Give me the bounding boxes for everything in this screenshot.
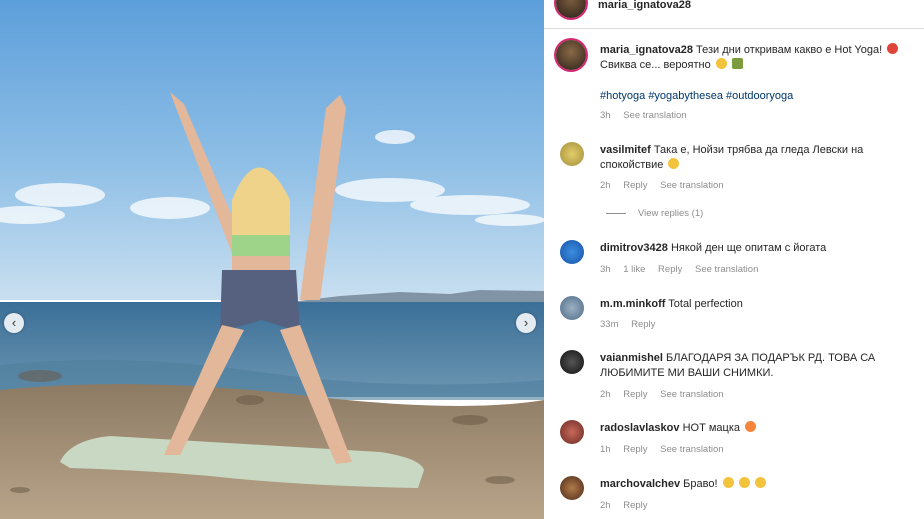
- comment-time: 3h: [600, 264, 611, 275]
- comment-avatar[interactable]: [560, 476, 584, 500]
- comment-text: НОТ мацка: [682, 422, 740, 434]
- reply-button[interactable]: Reply: [631, 319, 655, 330]
- clap-emoji-icon: [722, 477, 734, 488]
- yoga-beach-image: [0, 0, 544, 519]
- comment-likes[interactable]: 1 like: [623, 264, 645, 275]
- post-photo[interactable]: ‹ ›: [0, 0, 544, 519]
- comment-avatar[interactable]: [560, 296, 584, 320]
- comment-time: 2h: [600, 500, 611, 511]
- reply-button[interactable]: Reply: [623, 389, 647, 400]
- comment-text: Някой ден ще опитам с йогата: [670, 242, 827, 254]
- laugh-emoji-icon: [668, 158, 680, 169]
- comment-avatar[interactable]: [560, 142, 584, 166]
- caption-time: 3h: [600, 110, 611, 121]
- carousel-next-button[interactable]: ›: [516, 313, 536, 333]
- replies-divider: [606, 212, 626, 214]
- comment-avatar[interactable]: [560, 350, 584, 374]
- grin-emoji-icon: [715, 58, 727, 69]
- see-translation-button[interactable]: See translation: [660, 180, 723, 191]
- caption-text-line2: Свиква се... вероятно: [600, 59, 711, 71]
- comment-text: Total perfection: [668, 298, 743, 310]
- chevron-left-icon: ‹: [11, 315, 17, 330]
- comment-avatar[interactable]: [560, 420, 584, 444]
- comment-username[interactable]: dimitrov3428: [600, 242, 668, 254]
- hashtags[interactable]: #hotyoga #yogabythesea #outdooryoga: [600, 90, 793, 102]
- comment-time: 33m: [600, 319, 619, 330]
- angry-emoji-icon: [887, 43, 899, 54]
- author-username[interactable]: maria_ignatova28: [598, 0, 691, 11]
- comment-username[interactable]: radoslavlaskov: [600, 422, 680, 434]
- comment-text-line2: спокойствие: [600, 159, 664, 171]
- caption-see-translation[interactable]: See translation: [623, 110, 686, 121]
- view-replies-label: View replies (1): [638, 208, 704, 219]
- reply-button[interactable]: Reply: [623, 180, 647, 191]
- caption-username[interactable]: maria_ignatova28: [600, 44, 693, 56]
- comments-panel: maria_ignatova28 maria_ignatova28 Тези д…: [544, 0, 924, 519]
- post-header: maria_ignatova28: [544, 0, 924, 29]
- comment-username[interactable]: marchovalchev: [600, 478, 680, 490]
- comment-text: Така е, Нойзи трябва да гледа Левски на: [653, 144, 864, 156]
- comment-username[interactable]: m.m.minkoff: [600, 298, 665, 310]
- author-avatar[interactable]: [556, 0, 586, 18]
- reply-button[interactable]: Reply: [623, 444, 647, 455]
- reply-button[interactable]: Reply: [658, 264, 682, 275]
- comment-text-line2: ЛЮБИМИТЕ МИ ВАШИ СНИМКИ.: [600, 367, 774, 379]
- chevron-right-icon: ›: [523, 315, 529, 330]
- comment-text: Браво!: [683, 478, 718, 490]
- comment-time: 2h: [600, 180, 611, 191]
- see-translation-button[interactable]: See translation: [660, 389, 723, 400]
- carousel-prev-button[interactable]: ‹: [4, 313, 24, 333]
- clap-emoji-icon: [738, 477, 750, 488]
- comment-time: 2h: [600, 389, 611, 400]
- view-replies-button[interactable]: View replies (1): [606, 208, 703, 219]
- yoga-emoji-icon: [731, 58, 743, 69]
- heart-eyes-emoji-icon: [745, 421, 757, 432]
- caption-text: Тези дни откривам какво е Hot Yoga!: [696, 44, 883, 56]
- see-translation-button[interactable]: See translation: [695, 264, 758, 275]
- clap-emoji-icon: [754, 477, 766, 488]
- comment-avatar[interactable]: [560, 240, 584, 264]
- reply-button[interactable]: Reply: [623, 500, 647, 511]
- comment-time: 1h: [600, 444, 611, 455]
- see-translation-button[interactable]: See translation: [660, 444, 723, 455]
- comment-text: БЛАГОДАРЯ ЗА ПОДАРЪК РД. ТОВА СА: [666, 352, 876, 364]
- caption-avatar[interactable]: [556, 40, 586, 70]
- comment-username[interactable]: vaianmishel: [600, 352, 663, 364]
- comment-username[interactable]: vasilmitef: [600, 144, 651, 156]
